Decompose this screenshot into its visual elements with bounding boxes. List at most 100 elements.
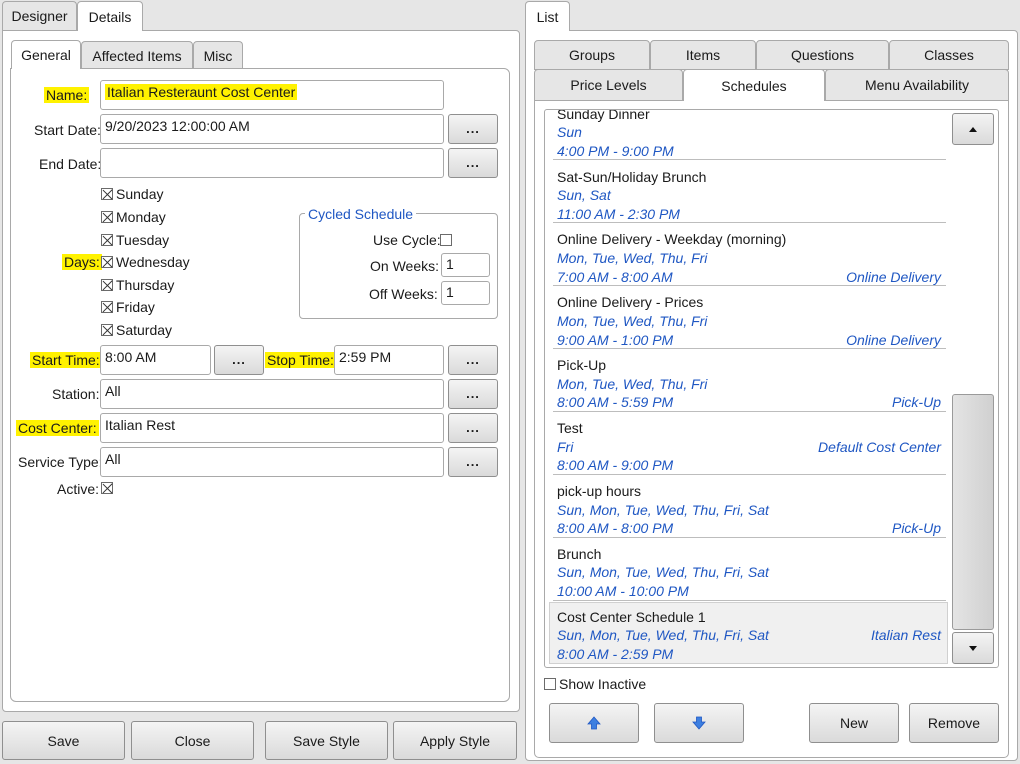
schedule-days: Sun, Mon, Tue, Wed, Thu, Fri, Sat bbox=[557, 627, 769, 643]
off-weeks-label: Off Weeks: bbox=[369, 286, 438, 302]
list-item-selected[interactable]: Cost Center Schedule 1 Sun, Mon, Tue, We… bbox=[549, 602, 948, 664]
tab-items[interactable]: Items bbox=[650, 40, 756, 70]
scroll-thumb[interactable] bbox=[952, 394, 994, 630]
schedule-cost-center: Italian Rest bbox=[870, 627, 941, 643]
scroll-up-button[interactable] bbox=[952, 113, 994, 145]
show-inactive-checkbox[interactable] bbox=[544, 678, 556, 690]
schedule-time: 8:00 AM - 8:00 PM bbox=[557, 520, 674, 536]
stop-time-picker-button[interactable]: ... bbox=[448, 345, 498, 375]
end-date-label: End Date: bbox=[39, 156, 102, 172]
stop-time-field[interactable]: 2:59 PM bbox=[334, 345, 444, 375]
list-item[interactable]: Brunch Sun, Mon, Tue, Wed, Thu, Fri, Sat… bbox=[553, 538, 946, 601]
station-field[interactable]: All bbox=[100, 379, 444, 409]
on-weeks-label: On Weeks: bbox=[370, 258, 439, 274]
schedule-name: Pick-Up bbox=[557, 357, 607, 373]
day-sunday[interactable]: Sunday bbox=[101, 186, 163, 202]
schedule-time: 8:00 AM - 9:00 PM bbox=[557, 457, 674, 473]
schedule-time: 8:00 AM - 2:59 PM bbox=[557, 646, 674, 662]
cycled-schedule-title: Cycled Schedule bbox=[305, 206, 417, 222]
schedule-time: 10:00 AM - 10:00 PM bbox=[557, 583, 689, 599]
save-style-button[interactable]: Save Style bbox=[265, 721, 388, 760]
active-label: Active: bbox=[57, 481, 100, 497]
schedule-name: Brunch bbox=[557, 546, 602, 562]
scroll-down-button[interactable] bbox=[952, 632, 994, 664]
monday-checkbox[interactable] bbox=[101, 211, 113, 223]
schedule-cost-center: Default Cost Center bbox=[818, 439, 941, 455]
show-inactive-toggle[interactable]: Show Inactive bbox=[544, 676, 646, 692]
schedule-days: Mon, Tue, Wed, Thu, Fri bbox=[557, 313, 708, 329]
close-button[interactable]: Close bbox=[131, 721, 254, 760]
start-date-field[interactable]: 9/20/2023 12:00:00 AM bbox=[100, 114, 444, 144]
day-monday[interactable]: Monday bbox=[101, 209, 166, 225]
saturday-checkbox[interactable] bbox=[101, 324, 113, 336]
move-down-button[interactable] bbox=[654, 703, 744, 743]
service-type-field[interactable]: All bbox=[100, 447, 444, 477]
off-weeks-field[interactable]: 1 bbox=[441, 281, 490, 305]
list-item[interactable]: Online Delivery - Prices Mon, Tue, Wed, … bbox=[553, 286, 946, 349]
tab-list[interactable]: List bbox=[525, 1, 570, 31]
tab-questions[interactable]: Questions bbox=[756, 40, 889, 70]
new-button[interactable]: New bbox=[809, 703, 899, 743]
chevron-up-icon bbox=[969, 126, 977, 132]
day-friday[interactable]: Friday bbox=[101, 299, 155, 315]
list-item[interactable]: Test Fri Default Cost Center 8:00 AM - 9… bbox=[553, 412, 946, 475]
list-item[interactable]: pick-up hours Sun, Mon, Tue, Wed, Thu, F… bbox=[553, 475, 946, 538]
service-type-label: Service Type: bbox=[18, 454, 103, 470]
schedule-name: Test bbox=[557, 420, 583, 436]
name-field[interactable]: Italian Resteraunt Cost Center bbox=[100, 80, 444, 110]
end-date-field[interactable] bbox=[100, 148, 444, 178]
cost-center-label: Cost Center: bbox=[16, 420, 99, 436]
cost-center-picker-button[interactable]: ... bbox=[448, 413, 498, 443]
friday-checkbox[interactable] bbox=[101, 301, 113, 313]
remove-button[interactable]: Remove bbox=[909, 703, 999, 743]
list-item[interactable]: Online Delivery - Weekday (morning) Mon,… bbox=[553, 223, 946, 286]
tab-groups[interactable]: Groups bbox=[534, 40, 650, 70]
apply-style-button[interactable]: Apply Style bbox=[393, 721, 517, 760]
schedule-days: Sun, Sat bbox=[557, 187, 611, 203]
move-up-button[interactable] bbox=[549, 703, 639, 743]
tuesday-checkbox[interactable] bbox=[101, 234, 113, 246]
on-weeks-field[interactable]: 1 bbox=[441, 253, 490, 277]
start-time-field[interactable]: 8:00 AM bbox=[100, 345, 211, 375]
schedule-time: 7:00 AM - 8:00 AM bbox=[557, 269, 673, 285]
start-time-label: Start Time: bbox=[30, 352, 102, 368]
use-cycle-checkbox[interactable] bbox=[440, 234, 452, 246]
schedule-list-viewport[interactable]: Sunday Dinner Sun 4:00 PM - 9:00 PM Sat-… bbox=[545, 110, 950, 667]
name-label: Name: bbox=[44, 87, 90, 103]
day-tuesday[interactable]: Tuesday bbox=[101, 232, 169, 248]
station-picker-button[interactable]: ... bbox=[448, 379, 498, 409]
start-date-picker-button[interactable]: ... bbox=[448, 114, 498, 144]
schedule-name: Online Delivery - Prices bbox=[557, 294, 704, 310]
arrow-up-icon bbox=[587, 716, 601, 730]
general-form: Name: Italian Resteraunt Cost Center Sta… bbox=[0, 0, 520, 764]
list-item[interactable]: Pick-Up Mon, Tue, Wed, Thu, Fri 8:00 AM … bbox=[553, 349, 946, 412]
schedule-days: Sun bbox=[557, 124, 582, 140]
day-saturday[interactable]: Saturday bbox=[101, 322, 172, 338]
station-label: Station: bbox=[52, 386, 100, 402]
service-type-picker-button[interactable]: ... bbox=[448, 447, 498, 477]
day-thursday[interactable]: Thursday bbox=[101, 277, 174, 293]
wednesday-checkbox[interactable] bbox=[101, 256, 113, 268]
tab-price-levels[interactable]: Price Levels bbox=[534, 69, 683, 100]
tab-classes[interactable]: Classes bbox=[889, 40, 1009, 70]
end-date-picker-button[interactable]: ... bbox=[448, 148, 498, 178]
stop-time-label: Stop Time: bbox=[265, 352, 336, 368]
cost-center-field[interactable]: Italian Rest bbox=[100, 413, 444, 443]
list-item[interactable]: Sunday Dinner Sun 4:00 PM - 9:00 PM bbox=[553, 110, 946, 160]
use-cycle-label: Use Cycle: bbox=[373, 232, 441, 248]
schedule-days: Fri bbox=[557, 439, 574, 455]
start-time-picker-button[interactable]: ... bbox=[214, 345, 264, 375]
active-checkbox[interactable] bbox=[101, 482, 113, 494]
sunday-checkbox[interactable] bbox=[101, 188, 113, 200]
tab-menu-availability[interactable]: Menu Availability bbox=[825, 69, 1009, 100]
schedule-cost-center: Online Delivery bbox=[846, 269, 941, 285]
schedule-name: Online Delivery - Weekday (morning) bbox=[557, 231, 787, 247]
save-button[interactable]: Save bbox=[2, 721, 125, 760]
schedule-days: Sun, Mon, Tue, Wed, Thu, Fri, Sat bbox=[557, 502, 769, 518]
day-wednesday[interactable]: Wednesday bbox=[101, 254, 190, 270]
tab-schedules[interactable]: Schedules bbox=[683, 69, 825, 101]
list-item[interactable]: Sat-Sun/Holiday Brunch Sun, Sat 11:00 AM… bbox=[553, 160, 946, 223]
chevron-down-icon bbox=[969, 645, 977, 651]
thursday-checkbox[interactable] bbox=[101, 279, 113, 291]
schedule-days: Mon, Tue, Wed, Thu, Fri bbox=[557, 250, 708, 266]
